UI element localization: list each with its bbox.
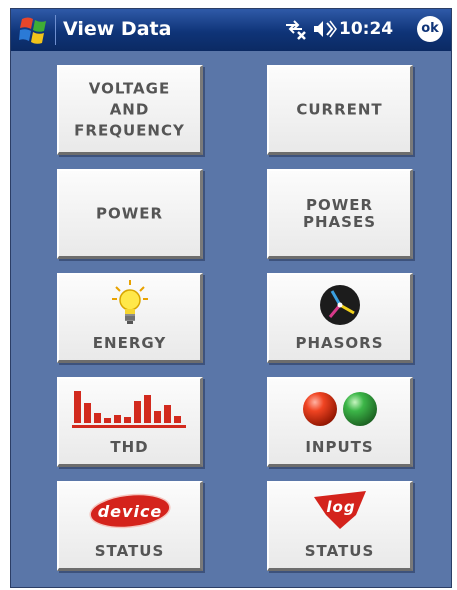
power-phases-button[interactable]: POWER PHASES: [267, 169, 413, 259]
power-phases-line2: PHASES: [302, 212, 376, 231]
power-button[interactable]: POWER: [57, 169, 203, 259]
voltage-frequency-label: VOLTAGE AND FREQUENCY: [59, 78, 200, 141]
frequency-line: FREQUENCY: [74, 121, 185, 139]
log-status-button[interactable]: log STATUS: [267, 481, 413, 571]
phasor-diagram-icon: [319, 285, 360, 325]
power-phases-line1: POWER: [305, 195, 374, 214]
device-badge-text: device: [97, 502, 162, 521]
inputs-button[interactable]: INPUTS: [267, 377, 413, 467]
and-line: AND: [109, 100, 150, 118]
device-badge-icon: device: [88, 493, 171, 529]
speaker-muted-icon[interactable]: [311, 18, 337, 45]
phasors-button[interactable]: PHASORS: [267, 273, 413, 363]
device-status-label: STATUS: [94, 542, 165, 560]
green-led-icon: [342, 392, 377, 426]
voltage-line: VOLTAGE: [88, 79, 171, 97]
connectivity-icon[interactable]: [283, 18, 309, 45]
energy-button[interactable]: ENERGY: [57, 273, 203, 363]
device-status-button[interactable]: device STATUS: [57, 481, 203, 571]
log-status-label: STATUS: [304, 542, 375, 560]
power-label: POWER: [95, 204, 164, 222]
harmonics-bar-icon: [71, 391, 186, 428]
title-separator: [55, 15, 56, 45]
energy-label: ENERGY: [92, 334, 167, 352]
voltage-frequency-button[interactable]: VOLTAGE AND FREQUENCY: [57, 65, 203, 155]
phasors-label: PHASORS: [295, 334, 384, 352]
current-label: CURRENT: [296, 100, 383, 118]
windows-start-icon[interactable]: [19, 15, 49, 45]
log-badge-icon: log: [313, 491, 366, 529]
ok-button[interactable]: ok: [417, 16, 443, 42]
thd-button[interactable]: THD: [57, 377, 203, 467]
power-phases-label: POWER PHASES: [269, 195, 410, 231]
red-green-leds-icon: [302, 392, 377, 426]
inputs-label: INPUTS: [305, 438, 374, 456]
red-led-icon: [302, 392, 337, 426]
thd-label: THD: [110, 438, 149, 456]
current-button[interactable]: CURRENT: [267, 65, 413, 155]
title-bar: View Data 10:24 ok: [11, 9, 451, 51]
app-title: View Data: [63, 18, 172, 40]
clock[interactable]: 10:24: [339, 19, 393, 39]
lightbulb-icon: [111, 280, 148, 324]
device-screen: View Data 10:24 ok VOLTAGE AND FREQUENCY…: [10, 8, 452, 588]
log-badge-text: log: [326, 498, 355, 516]
